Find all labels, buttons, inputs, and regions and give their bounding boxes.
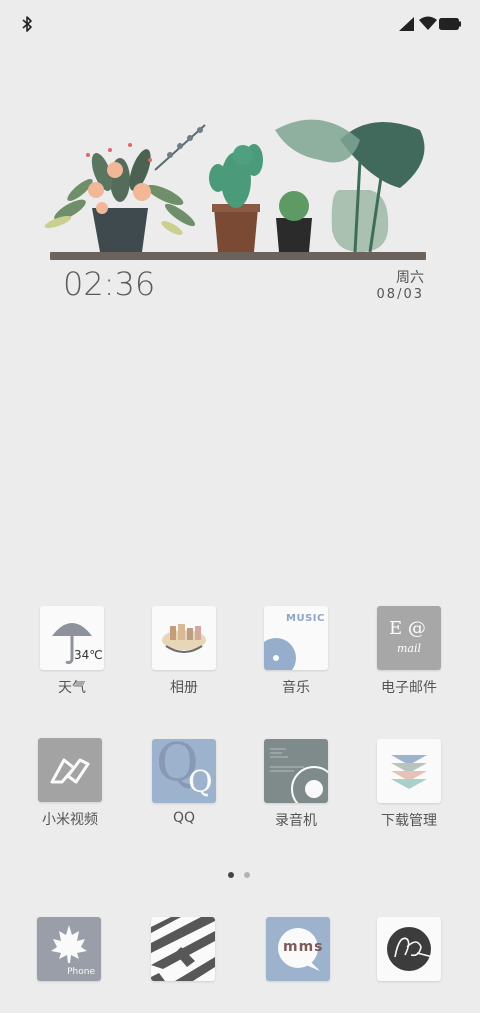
- stripes-app-icon[interactable]: [151, 917, 215, 981]
- messages-badge-text: mms: [283, 939, 324, 955]
- dock-phone[interactable]: Phone: [19, 917, 119, 981]
- app-gallery[interactable]: 相册: [134, 606, 234, 697]
- dock-browser[interactable]: [359, 917, 459, 981]
- app-recorder[interactable]: 录音机: [246, 739, 346, 830]
- app-downloads[interactable]: 下载管理: [359, 739, 459, 830]
- dock-stripes-app[interactable]: [133, 917, 233, 981]
- wifi-icon: [419, 16, 437, 30]
- plant-shelf-illustration: [44, 119, 425, 253]
- email-icon[interactable]: E @ mail: [377, 606, 441, 670]
- app-weather[interactable]: 34℃ 天气: [22, 606, 122, 697]
- app-label-weather: 天气: [58, 680, 86, 696]
- dock-messages[interactable]: mms: [248, 917, 348, 981]
- app-video[interactable]: 小米视频: [20, 738, 120, 829]
- browser-icon[interactable]: [377, 917, 441, 981]
- page-dot-active[interactable]: [228, 872, 234, 878]
- clock-widget[interactable]: 02:36 周六 08/03: [40, 100, 440, 310]
- app-label-music: 音乐: [282, 680, 310, 696]
- cellular-signal-icon: [399, 17, 414, 31]
- status-bar: [0, 0, 480, 48]
- qq-badge-small: Q: [188, 765, 213, 800]
- date-label: 08/03: [376, 287, 424, 302]
- phone-badge-text: Phone: [67, 967, 95, 977]
- phone-icon[interactable]: Phone: [37, 917, 101, 981]
- weather-temperature: 34℃: [74, 648, 103, 662]
- app-label-recorder: 录音机: [275, 813, 317, 829]
- recorder-icon[interactable]: [264, 739, 328, 803]
- messages-icon[interactable]: mms: [266, 917, 330, 981]
- app-label-gallery: 相册: [170, 680, 198, 696]
- app-qq[interactable]: Q Q QQ: [134, 739, 234, 826]
- bluetooth-icon: [22, 16, 32, 32]
- qq-icon[interactable]: Q Q: [152, 739, 216, 803]
- app-label-downloads: 下载管理: [381, 813, 437, 829]
- weekday-label: 周六: [396, 270, 424, 286]
- battery-icon: [439, 18, 461, 30]
- gallery-icon[interactable]: [152, 606, 216, 670]
- music-icon[interactable]: MUSIC: [264, 606, 328, 670]
- page-dot[interactable]: [244, 872, 250, 878]
- downloads-icon[interactable]: [377, 739, 441, 803]
- weather-umbrella-icon[interactable]: 34℃: [40, 606, 104, 670]
- clock-time: 02:36: [63, 265, 156, 303]
- app-label-qq: QQ: [172, 810, 196, 826]
- app-music[interactable]: MUSIC 音乐: [246, 606, 346, 697]
- app-email[interactable]: E @ mail 电子邮件: [359, 606, 459, 697]
- video-icon[interactable]: [38, 738, 102, 802]
- app-label-email: 电子邮件: [381, 680, 437, 696]
- app-label-video: 小米视频: [42, 812, 98, 828]
- email-badge-top: E @: [389, 618, 426, 639]
- wooden-shelf: [50, 252, 426, 260]
- email-badge-bottom: mail: [397, 642, 422, 655]
